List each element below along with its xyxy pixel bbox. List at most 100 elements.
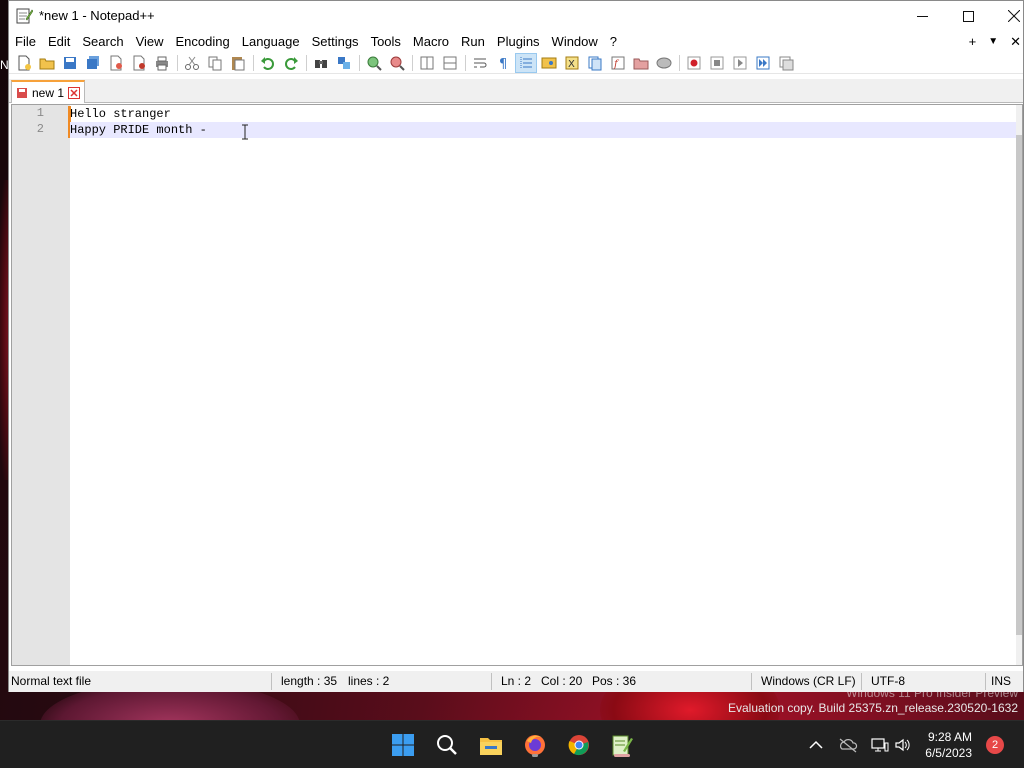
start-button[interactable]	[389, 731, 417, 759]
doc-list-button[interactable]	[584, 53, 606, 73]
chrome-icon	[568, 735, 589, 756]
save-macro-icon	[779, 56, 794, 70]
record-macro-button[interactable]	[683, 53, 705, 73]
tab-bar: new 1	[9, 79, 1023, 103]
folder-workspace-button[interactable]	[630, 53, 652, 73]
record-icon	[687, 56, 701, 69]
stop-macro-button[interactable]	[706, 53, 728, 73]
toolbar-separator	[412, 54, 413, 71]
title-bar[interactable]: *new 1 - Notepad++	[9, 1, 1023, 31]
new-file-icon	[18, 55, 31, 70]
taskbar-file-explorer[interactable]	[477, 731, 505, 759]
menu-edit[interactable]: Edit	[42, 31, 76, 52]
menu-macro[interactable]: Macro	[407, 31, 455, 52]
open-file-button[interactable]	[36, 53, 58, 73]
scrollbar-thumb[interactable]	[1016, 135, 1022, 635]
code-line[interactable]: Hello stranger	[70, 106, 1016, 122]
menu-tools[interactable]: Tools	[365, 31, 407, 52]
taskbar-chrome[interactable]	[565, 731, 593, 759]
udl-button[interactable]	[538, 53, 560, 73]
document-map-icon: X	[565, 56, 579, 70]
code-line-current[interactable]: Happy PRIDE month -	[70, 122, 1016, 138]
vertical-scrollbar[interactable]	[1016, 105, 1022, 665]
zoom-in-button[interactable]	[363, 53, 385, 73]
taskbar-notepadpp[interactable]	[608, 731, 636, 759]
find-button[interactable]	[310, 53, 332, 73]
sync-horizontal-button[interactable]	[439, 53, 461, 73]
start-icon	[392, 734, 414, 756]
sync-vertical-icon	[420, 56, 434, 69]
svg-text:¶: ¶	[499, 57, 507, 71]
sync-horizontal-icon	[443, 56, 457, 69]
text-editor[interactable]: 1 2 Hello stranger Happy PRIDE month -	[11, 104, 1023, 666]
toolbar: ¶ X f	[9, 52, 1023, 74]
sync-vertical-button[interactable]	[416, 53, 438, 73]
taskbar-clock[interactable]: 9:28 AM 6/5/2023	[925, 729, 972, 761]
word-wrap-button[interactable]	[469, 53, 491, 73]
function-list-button[interactable]: f	[607, 53, 629, 73]
monitoring-button[interactable]	[653, 53, 675, 73]
paste-button[interactable]	[227, 53, 249, 73]
status-position: Pos : 36	[592, 674, 637, 688]
show-hidden-icons-button[interactable]	[806, 735, 826, 755]
play-macro-button[interactable]	[729, 53, 751, 73]
close-doc-button[interactable]: ✕	[1010, 34, 1021, 50]
taskbar-firefox[interactable]	[521, 731, 549, 759]
save-icon	[64, 56, 76, 69]
cut-button[interactable]	[181, 53, 203, 73]
indent-guide-icon	[520, 56, 532, 69]
undo-button[interactable]	[257, 53, 279, 73]
menu-file[interactable]: File	[9, 31, 42, 52]
menu-settings[interactable]: Settings	[306, 31, 365, 52]
new-tab-button[interactable]: +	[969, 34, 977, 49]
binoculars-icon	[315, 59, 327, 68]
menu-run[interactable]: Run	[455, 31, 491, 52]
print-button[interactable]	[151, 53, 173, 73]
notepadpp-window: *new 1 - Notepad++ File Edit Search View…	[8, 0, 1024, 692]
chevron-up-icon	[809, 740, 823, 749]
close-button[interactable]	[991, 1, 1024, 31]
notification-badge[interactable]: 2	[986, 736, 1004, 754]
doc-map-button[interactable]: X	[561, 53, 583, 73]
taskbar-search-button[interactable]	[433, 731, 461, 759]
menu-window[interactable]: Window	[546, 31, 604, 52]
status-divider	[985, 673, 986, 690]
zoom-out-button[interactable]	[386, 53, 408, 73]
close-all-button[interactable]	[128, 53, 150, 73]
close-file-button[interactable]	[105, 53, 127, 73]
redo-button[interactable]	[280, 53, 302, 73]
menu-language[interactable]: Language	[236, 31, 306, 52]
replace-button[interactable]	[333, 53, 355, 73]
maximize-button[interactable]	[945, 1, 991, 31]
save-all-icon	[87, 55, 99, 69]
indent-guide-button[interactable]	[515, 52, 537, 73]
show-all-chars-button[interactable]: ¶	[492, 53, 514, 73]
word-wrap-icon	[474, 58, 487, 67]
app-running-indicator	[532, 754, 538, 757]
menu-plugins[interactable]: Plugins	[491, 31, 546, 52]
tab-new-1[interactable]: new 1	[11, 80, 86, 103]
notepadpp-icon	[16, 8, 33, 24]
toolbar-separator	[679, 54, 680, 71]
save-button[interactable]	[59, 53, 81, 73]
tab-close-icon[interactable]	[68, 86, 81, 99]
menu-view[interactable]: View	[130, 31, 170, 52]
stop-icon	[710, 56, 724, 69]
save-all-button[interactable]	[82, 53, 104, 73]
menu-encoding[interactable]: Encoding	[170, 31, 236, 52]
menu-help[interactable]: ?	[604, 31, 623, 52]
tab-list-dropdown[interactable]: ▼	[988, 36, 998, 47]
save-macro-button[interactable]	[775, 53, 797, 73]
volume-button[interactable]	[893, 735, 913, 755]
minimize-icon	[916, 15, 928, 17]
menu-search[interactable]: Search	[76, 31, 129, 52]
copy-button[interactable]	[204, 53, 226, 73]
app-active-indicator	[614, 754, 630, 757]
new-file-button[interactable]	[13, 53, 35, 73]
run-macro-multiple-button[interactable]	[752, 53, 774, 73]
network-button[interactable]	[870, 735, 890, 755]
undo-icon	[261, 56, 274, 70]
copy-icon	[208, 56, 222, 70]
onedrive-button[interactable]	[838, 735, 858, 755]
minimize-button[interactable]	[899, 1, 945, 31]
